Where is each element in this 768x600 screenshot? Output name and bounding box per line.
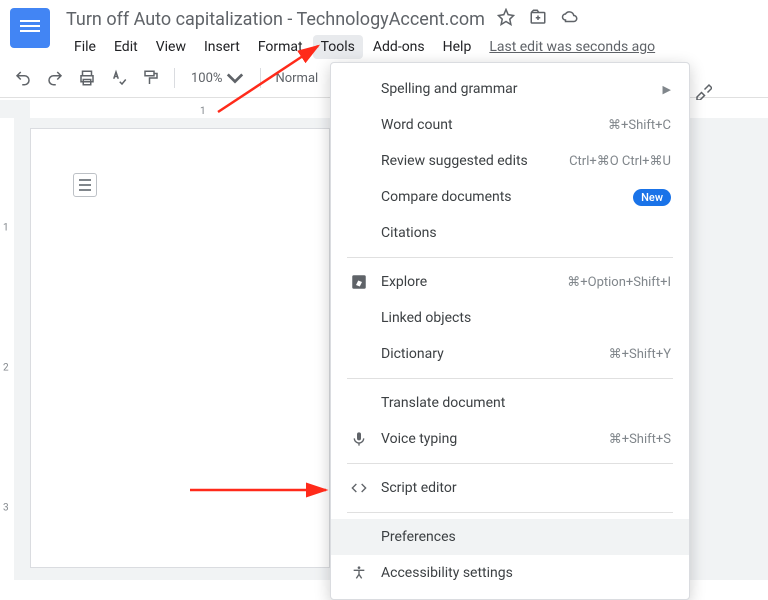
menubar-item-view[interactable]: View xyxy=(148,35,194,59)
menu-item-word-count[interactable]: Word count ⌘+Shift+C xyxy=(331,107,689,143)
menu-separator xyxy=(347,463,673,464)
star-icon[interactable] xyxy=(497,8,515,31)
menubar-item-add-ons[interactable]: Add-ons xyxy=(365,35,433,59)
move-icon[interactable] xyxy=(529,8,547,31)
menu-item-label: Explore xyxy=(381,274,555,290)
menu-item-translate-document[interactable]: Translate document xyxy=(331,385,689,421)
cloud-status-icon[interactable] xyxy=(561,8,579,31)
explore-icon xyxy=(349,273,369,291)
mic-icon xyxy=(349,430,369,448)
paragraph-style-select[interactable]: Normal xyxy=(271,71,323,86)
menu-separator xyxy=(347,512,673,513)
menu-item-voice-typing[interactable]: Voice typing ⌘+Shift+S xyxy=(331,421,689,457)
menu-item-linked-objects[interactable]: Linked objects xyxy=(331,300,689,336)
docs-logo-icon[interactable] xyxy=(10,8,50,48)
menubar-item-insert[interactable]: Insert xyxy=(196,35,248,59)
undo-button[interactable] xyxy=(10,65,36,91)
menu-item-label: Spelling and grammar xyxy=(381,81,651,97)
menu-item-review-suggested-edits[interactable]: Review suggested edits Ctrl+⌘O Ctrl+⌘U xyxy=(331,143,689,179)
menu-item-citations[interactable]: Citations xyxy=(331,215,689,251)
ruler-tick: 2 xyxy=(3,363,9,374)
zoom-value: 100% xyxy=(191,71,222,86)
menu-item-label: Review suggested edits xyxy=(381,153,557,169)
menu-item-label: Compare documents xyxy=(381,189,621,205)
menu-item-label: Script editor xyxy=(381,480,671,496)
outline-toggle-icon[interactable] xyxy=(73,173,97,197)
menu-item-explore[interactable]: Explore ⌘+Option+Shift+I xyxy=(331,264,689,300)
zoom-select[interactable]: 100% xyxy=(185,69,250,87)
menubar: FileEditViewInsertFormatToolsAdd-onsHelp… xyxy=(66,35,758,59)
menu-item-preferences[interactable]: Preferences xyxy=(331,519,689,555)
menu-item-label: Accessibility settings xyxy=(381,565,671,581)
menu-item-label: Voice typing xyxy=(381,431,597,447)
menu-item-label: Dictionary xyxy=(381,346,597,362)
menubar-item-edit[interactable]: Edit xyxy=(106,35,146,59)
chevron-down-icon xyxy=(226,69,244,87)
menu-shortcut: ⌘+Shift+C xyxy=(608,118,671,133)
ruler-tick: 3 xyxy=(3,503,9,514)
menu-item-label: Linked objects xyxy=(381,310,671,326)
menu-item-dictionary[interactable]: Dictionary ⌘+Shift+Y xyxy=(331,336,689,372)
last-edit-link[interactable]: Last edit was seconds ago xyxy=(489,39,655,55)
menu-item-label: Citations xyxy=(381,225,671,241)
new-badge: New xyxy=(633,189,671,206)
code-icon xyxy=(349,480,369,496)
menubar-item-help[interactable]: Help xyxy=(435,35,480,59)
menu-item-spelling-and-grammar[interactable]: Spelling and grammar ▶ xyxy=(331,71,689,107)
vertical-ruler[interactable]: 1 2 3 xyxy=(0,118,14,580)
redo-button[interactable] xyxy=(42,65,68,91)
menubar-item-file[interactable]: File xyxy=(66,35,104,59)
ruler-tick: 1 xyxy=(3,223,9,234)
document-title[interactable]: Turn off Auto capitalization - Technolog… xyxy=(66,9,485,30)
ruler-tick: 1 xyxy=(200,106,206,117)
menu-item-accessibility-settings[interactable]: Accessibility settings xyxy=(331,555,689,591)
menu-shortcut: Ctrl+⌘O Ctrl+⌘U xyxy=(569,154,671,169)
accessibility-icon xyxy=(349,564,369,582)
menu-item-label: Translate document xyxy=(381,395,671,411)
tools-menu: Spelling and grammar ▶ Word count ⌘+Shift+C… xyxy=(330,62,690,600)
paint-format-button[interactable] xyxy=(138,65,164,91)
menu-shortcut: ⌘+Shift+Y xyxy=(609,347,671,362)
spellcheck-button[interactable] xyxy=(106,65,132,91)
print-button[interactable] xyxy=(74,65,100,91)
menu-shortcut: ⌘+Option+Shift+I xyxy=(567,275,671,290)
document-page[interactable] xyxy=(30,128,330,568)
menu-item-script-editor[interactable]: Script editor xyxy=(331,470,689,506)
submenu-arrow-icon: ▶ xyxy=(663,83,671,96)
menu-shortcut: ⌘+Shift+S xyxy=(609,432,671,447)
menu-item-compare-documents[interactable]: Compare documents New xyxy=(331,179,689,215)
menu-item-label: Word count xyxy=(381,117,596,133)
menu-separator xyxy=(347,257,673,258)
menubar-item-format[interactable]: Format xyxy=(250,35,311,59)
menu-item-label: Preferences xyxy=(381,529,671,545)
paragraph-style-value: Normal xyxy=(275,71,318,86)
menu-separator xyxy=(347,378,673,379)
menubar-item-tools[interactable]: Tools xyxy=(313,35,363,59)
